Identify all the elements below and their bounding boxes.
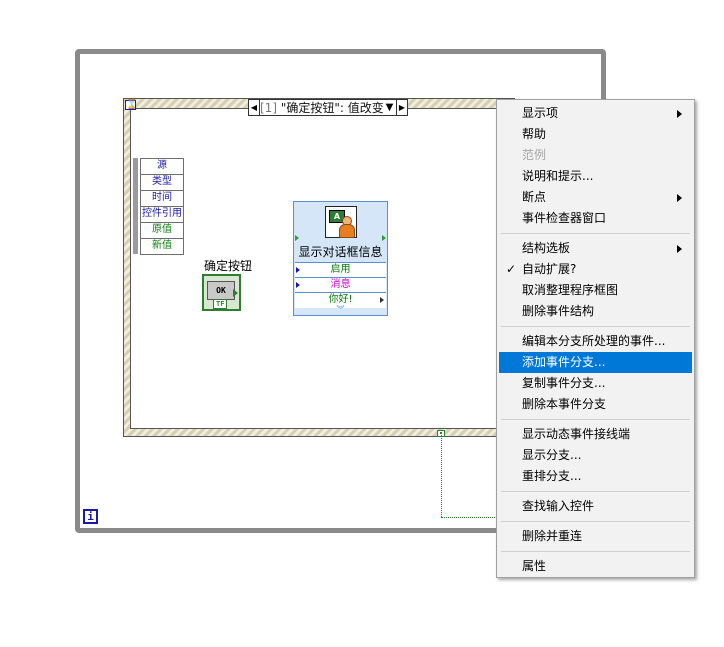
menu-item-label: 查找输入控件 bbox=[522, 499, 595, 513]
menu-item: 范例 bbox=[499, 145, 692, 166]
menu-separator bbox=[501, 521, 690, 522]
menu-item[interactable]: 重排分支... bbox=[499, 466, 692, 487]
menu-item-label: 取消整理程序框图 bbox=[522, 283, 619, 297]
submenu-arrow-icon bbox=[677, 245, 682, 253]
menu-separator bbox=[501, 419, 690, 420]
event-data-newval[interactable]: 新值 bbox=[140, 238, 184, 255]
menu-item-label: 结构选板 bbox=[522, 241, 571, 255]
menu-item[interactable]: 删除并重连 bbox=[499, 526, 692, 547]
input-arrow-icon bbox=[296, 282, 300, 288]
hourglass-icon[interactable]: ⌛ bbox=[125, 100, 137, 110]
case-name: "确定按钮": 值改变 bbox=[280, 101, 383, 115]
submenu-arrow-icon bbox=[677, 110, 682, 118]
menu-separator bbox=[501, 491, 690, 492]
menu-item[interactable]: 查找输入控件 bbox=[499, 496, 692, 517]
menu-item[interactable]: 编辑本分支所处理的事件... bbox=[499, 331, 692, 352]
menu-item[interactable]: 添加事件分支... bbox=[499, 352, 692, 373]
menu-item-label: 删除事件结构 bbox=[522, 304, 595, 318]
menu-item[interactable]: 事件检查器窗口 bbox=[499, 208, 692, 229]
dialog-person-icon: A bbox=[325, 206, 357, 238]
menu-item[interactable]: 删除事件结构 bbox=[499, 301, 692, 322]
error-in-arrow-icon bbox=[295, 235, 299, 241]
input-enable[interactable]: 启用 bbox=[295, 262, 386, 278]
menu-item-label: 显示项 bbox=[522, 106, 559, 120]
error-out-arrow-icon bbox=[382, 235, 386, 241]
input-arrow-icon bbox=[296, 267, 300, 273]
menu-item-label: 断点 bbox=[522, 190, 547, 204]
menu-item-label: 说明和提示... bbox=[522, 169, 594, 183]
next-case-arrow-icon[interactable]: ▶ bbox=[396, 100, 407, 115]
prev-case-arrow-icon[interactable]: ◀ bbox=[249, 100, 260, 115]
express-vi-title: 显示对话框信息 bbox=[298, 245, 383, 259]
menu-separator bbox=[501, 326, 690, 327]
event-data-type[interactable]: 类型 bbox=[140, 174, 184, 190]
expand-chevron-icon[interactable]: ︾ bbox=[294, 306, 387, 315]
chevron-down-icon[interactable]: ▼ bbox=[383, 102, 396, 113]
menu-item-label: 添加事件分支... bbox=[522, 355, 606, 369]
ok-button-face: OK bbox=[207, 281, 235, 300]
menu-item-label: 编辑本分支所处理的事件... bbox=[522, 334, 666, 348]
submenu-arrow-icon bbox=[677, 194, 682, 202]
menu-item-label: 复制事件分支... bbox=[522, 376, 606, 390]
menu-item[interactable]: 帮助 bbox=[499, 124, 692, 145]
output-arrow-icon bbox=[380, 297, 384, 303]
iteration-terminal[interactable]: i bbox=[83, 509, 98, 524]
menu-item-label: 事件检查器窗口 bbox=[522, 211, 607, 225]
menu-item-label: 范例 bbox=[522, 148, 547, 162]
menu-item[interactable]: ✓ 自动扩展? bbox=[499, 259, 692, 280]
boolean-wire[interactable] bbox=[441, 435, 442, 517]
menu-item-label: 显示动态事件接线端 bbox=[522, 427, 631, 441]
checkmark-icon: ✓ bbox=[506, 262, 517, 276]
menu-item-label: 显示分支... bbox=[522, 448, 582, 462]
input-message[interactable]: 消息 bbox=[295, 277, 386, 293]
menu-item[interactable]: 属性 bbox=[499, 556, 692, 577]
menu-separator bbox=[501, 233, 690, 234]
context-menu[interactable]: 显示项帮助范例说明和提示... 断点事件检查器窗口 结构选板 ✓ 自动扩展? 取消整理程序… bbox=[496, 99, 695, 578]
boolean-wire[interactable] bbox=[441, 517, 501, 518]
case-index: [1] bbox=[260, 101, 277, 115]
menu-item-label: 删除并重连 bbox=[522, 529, 583, 543]
event-data-source[interactable]: 源 bbox=[140, 158, 184, 174]
menu-item-label: 删除本事件分支 bbox=[522, 397, 607, 411]
menu-separator bbox=[501, 551, 690, 552]
output-arrow-icon bbox=[233, 289, 238, 297]
display-message-express-vi[interactable]: A 显示对话框信息 启用 消息 你好! ︾ bbox=[293, 201, 388, 316]
event-case-selector[interactable]: ◀ [1] "确定按钮": 值改变 ▼ ▶ bbox=[248, 99, 408, 116]
case-selector-label[interactable]: [1] "确定按钮": 值改变 bbox=[260, 99, 383, 116]
event-data-node[interactable]: 源 类型 时间 控件引用 原值 新值 bbox=[133, 158, 184, 255]
menu-item-label: 帮助 bbox=[522, 127, 547, 141]
event-data-oldval[interactable]: 原值 bbox=[140, 222, 184, 238]
button-label[interactable]: 确定按钮 bbox=[204, 257, 252, 274]
event-data-ctlref[interactable]: 控件引用 bbox=[140, 206, 184, 222]
menu-item[interactable]: 取消整理程序框图 bbox=[499, 280, 692, 301]
menu-item[interactable]: 显示动态事件接线端 bbox=[499, 424, 692, 445]
ok-button-terminal[interactable]: OK TF bbox=[202, 274, 241, 311]
menu-item[interactable]: 删除本事件分支 bbox=[499, 394, 692, 415]
menu-item[interactable]: 显示项 bbox=[499, 103, 692, 124]
menu-item[interactable]: 显示分支... bbox=[499, 445, 692, 466]
menu-item[interactable]: 结构选板 bbox=[499, 238, 692, 259]
boolean-type-badge: TF bbox=[213, 299, 228, 309]
menu-item-label: 属性 bbox=[522, 559, 547, 573]
menu-item[interactable]: 断点 bbox=[499, 187, 692, 208]
menu-item-label: 自动扩展? bbox=[522, 262, 577, 276]
menu-item-label: 重排分支... bbox=[522, 469, 582, 483]
event-data-time[interactable]: 时间 bbox=[140, 190, 184, 206]
menu-item[interactable]: 说明和提示... bbox=[499, 166, 692, 187]
menu-item[interactable]: 复制事件分支... bbox=[499, 373, 692, 394]
